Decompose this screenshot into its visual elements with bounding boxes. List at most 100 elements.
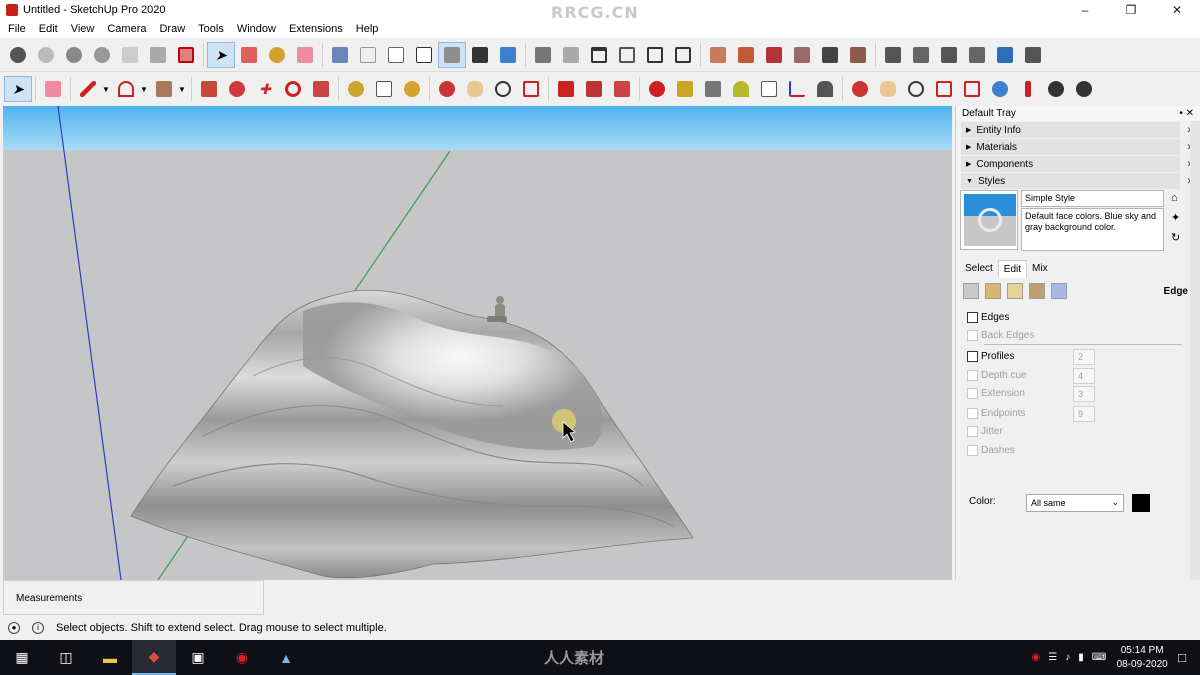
file-explorer-button[interactable]: ▬ (88, 640, 132, 675)
section-plane-button[interactable] (116, 42, 144, 68)
info-icon[interactable]: i (32, 621, 44, 634)
task-view-button[interactable]: ◫ (44, 640, 88, 675)
tab-mix[interactable]: Mix (1027, 260, 1053, 278)
share-model-button[interactable] (907, 42, 935, 68)
follow-me-button[interactable] (223, 76, 251, 102)
protractor-button[interactable] (727, 76, 755, 102)
create-style-icon[interactable]: ✦ (1171, 211, 1180, 224)
menu-tools[interactable]: Tools (198, 23, 224, 35)
measurements-box[interactable]: Measurements (3, 580, 264, 615)
orbit-tool-button[interactable] (32, 42, 60, 68)
pan-button-2[interactable] (874, 76, 902, 102)
style-name-field[interactable]: Simple Style (1021, 190, 1164, 207)
menu-edit[interactable]: Edit (39, 23, 58, 35)
geo-location-icon[interactable]: ● (8, 621, 20, 634)
taskbar-clock[interactable]: 05:14 PM 08-09-2020 (1114, 644, 1170, 672)
back-view-button[interactable] (641, 42, 669, 68)
extension-checkbox[interactable]: Extension (967, 388, 1025, 399)
arc-tool-button[interactable] (112, 76, 140, 102)
smoove-button[interactable] (760, 42, 788, 68)
text-tool-button[interactable] (370, 76, 398, 102)
3d-text-button[interactable] (755, 76, 783, 102)
paint-tool-button[interactable] (398, 76, 426, 102)
network-icon[interactable]: ☰ (1048, 652, 1057, 663)
look-button[interactable] (1042, 76, 1070, 102)
position-button[interactable] (1014, 76, 1042, 102)
rotate-tool-button[interactable] (279, 76, 307, 102)
edge-color-select[interactable]: All same ⌄ (1026, 494, 1124, 512)
zoom-extents-button-2[interactable] (958, 76, 986, 102)
zoom-extents-button[interactable] (517, 76, 545, 102)
checkbox-box[interactable] (967, 370, 978, 381)
notes-taskbar-button[interactable]: ▲ (264, 640, 308, 675)
menu-view[interactable]: View (71, 23, 95, 35)
endpoints-checkbox[interactable]: Endpoints (967, 408, 1025, 419)
walk-tool-button[interactable] (88, 42, 116, 68)
drape-button[interactable] (816, 42, 844, 68)
watermark-settings-icon[interactable] (1029, 283, 1045, 299)
tab-edit[interactable]: Edit (997, 260, 1028, 278)
section-fill-button[interactable] (144, 42, 172, 68)
left-view-button[interactable] (669, 42, 697, 68)
shaded-textures-button[interactable] (466, 42, 494, 68)
pan-button[interactable] (461, 76, 489, 102)
panel-entity-info[interactable]: ▶ Entity Info ✕ (961, 122, 1194, 138)
face-settings-icon[interactable] (985, 283, 1001, 299)
select-button[interactable]: ➤ (4, 76, 32, 102)
front-view-button[interactable] (585, 42, 613, 68)
hidden-line-button[interactable] (410, 42, 438, 68)
make-component-button[interactable] (235, 42, 263, 68)
shaded-button[interactable] (438, 41, 466, 68)
back-edges-checkbox[interactable]: Back Edges (967, 330, 1034, 341)
stamp-button[interactable] (788, 42, 816, 68)
depth-cue-value[interactable]: 4 (1073, 368, 1095, 384)
add-detail-button[interactable] (844, 42, 872, 68)
warehouse-button[interactable] (879, 42, 907, 68)
checkbox-box[interactable] (967, 388, 978, 399)
push-pull-button[interactable] (195, 76, 223, 102)
checkbox-box[interactable] (967, 426, 978, 437)
axes-button[interactable] (783, 76, 811, 102)
zoom-button-2[interactable] (902, 76, 930, 102)
tab-select[interactable]: Select (960, 260, 998, 278)
profiles-value[interactable]: 2 (1073, 349, 1095, 365)
tray-scrollbar[interactable] (1190, 121, 1200, 580)
extension-manager-button[interactable] (1019, 42, 1047, 68)
camera-tool-button[interactable] (4, 42, 32, 68)
select-tool-button[interactable]: ➤ (207, 41, 235, 68)
section-cut-button[interactable] (172, 42, 200, 68)
tape-measure-button[interactable] (342, 76, 370, 102)
recording-icon[interactable]: ◉ (1031, 652, 1040, 663)
orbit-button-2[interactable] (846, 76, 874, 102)
checkbox-box[interactable] (967, 312, 978, 323)
minimize-button[interactable]: – (1062, 0, 1108, 20)
checkbox-box[interactable] (967, 351, 978, 362)
panel-components[interactable]: ▶ Components ✕ (961, 156, 1194, 172)
dimension-button[interactable] (699, 76, 727, 102)
arc-dropdown-arrow[interactable]: ▼ (140, 85, 150, 94)
dashes-checkbox[interactable]: Dashes (967, 445, 1015, 456)
sandbox-from-scratch-button[interactable] (732, 42, 760, 68)
walk-button[interactable] (811, 76, 839, 102)
extension-value[interactable]: 3 (1073, 386, 1095, 402)
iso-view-button[interactable] (529, 42, 557, 68)
start-button[interactable]: ▦ (0, 640, 44, 675)
paint-bucket-button[interactable] (263, 42, 291, 68)
edge-settings-icon[interactable] (963, 283, 979, 299)
camera-position-button[interactable] (60, 42, 88, 68)
outer-shell-button[interactable] (552, 76, 580, 102)
move-tool-button[interactable]: ✚ (251, 76, 279, 102)
app-taskbar-button[interactable]: ▣ (176, 640, 220, 675)
menu-window[interactable]: Window (237, 23, 276, 35)
rectangle-tool-button[interactable] (150, 76, 178, 102)
share-component-button[interactable] (935, 42, 963, 68)
menu-camera[interactable]: Camera (107, 23, 146, 35)
jitter-checkbox[interactable]: Jitter (967, 426, 1003, 437)
restore-button[interactable]: ❐ (1108, 0, 1154, 20)
style-description-field[interactable]: Default face colors. Blue sky and gray b… (1021, 208, 1164, 251)
union-button[interactable] (608, 76, 636, 102)
look-around-button[interactable] (671, 76, 699, 102)
shape-dropdown-arrow[interactable]: ▼ (178, 85, 188, 94)
profiles-checkbox[interactable]: Profiles (967, 351, 1014, 362)
back-edges-button[interactable] (354, 42, 382, 68)
